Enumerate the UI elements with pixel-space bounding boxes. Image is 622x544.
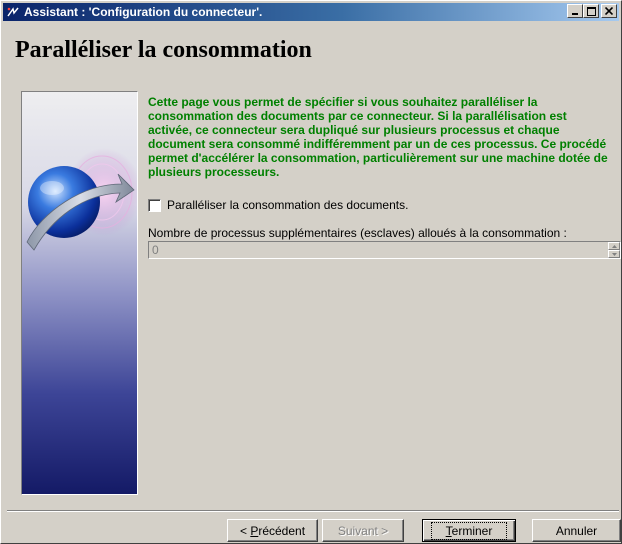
arrow-up-icon <box>611 244 617 248</box>
wizard-window: Assistant : 'Configuration du connecteur… <box>0 0 622 544</box>
side-illustration <box>21 91 138 495</box>
cancel-button[interactable]: Annuler <box>532 519 621 542</box>
close-button[interactable] <box>601 4 617 18</box>
connector-app-icon <box>6 5 20 19</box>
globe-arrow-illustration <box>22 92 137 494</box>
previous-rest: récédent <box>258 523 306 538</box>
slaves-count-spinbox[interactable]: 0 <box>148 241 621 259</box>
parallelize-option[interactable]: Paralléliser la consommation des documen… <box>148 198 408 212</box>
arrow-down-icon <box>611 252 617 256</box>
finish-focus: Terminer <box>430 521 508 540</box>
cancel-label: Annuler <box>555 523 598 538</box>
footer-separator <box>7 510 619 512</box>
page-description: Cette page vous permet de spécifier si v… <box>148 95 608 179</box>
spin-down-button[interactable] <box>608 250 620 258</box>
previous-mnemonic: P <box>250 523 259 538</box>
finish-rest: erminer <box>451 523 493 538</box>
slaves-count-value[interactable]: 0 <box>152 243 159 257</box>
maximize-button[interactable] <box>583 4 599 18</box>
next-button[interactable]: Suivant > <box>322 519 404 542</box>
title-bar[interactable]: Assistant : 'Configuration du connecteur… <box>3 3 619 21</box>
minimize-icon <box>572 13 578 15</box>
parallelize-checkbox[interactable] <box>148 198 161 212</box>
window-title: Assistant : 'Configuration du connecteur… <box>24 5 263 19</box>
spin-up-button[interactable] <box>608 242 620 250</box>
minimize-button[interactable] <box>567 4 583 18</box>
slaves-count-label: Nombre de processus supplémentaires (esc… <box>148 226 567 240</box>
window-controls <box>567 4 617 18</box>
spin-arrows <box>608 242 620 258</box>
close-icon <box>605 7 613 15</box>
next-label: Suivant > <box>337 523 389 538</box>
maximize-icon <box>586 6 596 16</box>
page-title: Paralléliser la consommation <box>15 37 312 63</box>
previous-button[interactable]: < Précédent <box>227 519 318 542</box>
finish-button[interactable]: Terminer <box>422 519 516 542</box>
parallelize-label[interactable]: Paralléliser la consommation des documen… <box>167 198 408 212</box>
previous-prefix: < <box>239 523 251 538</box>
